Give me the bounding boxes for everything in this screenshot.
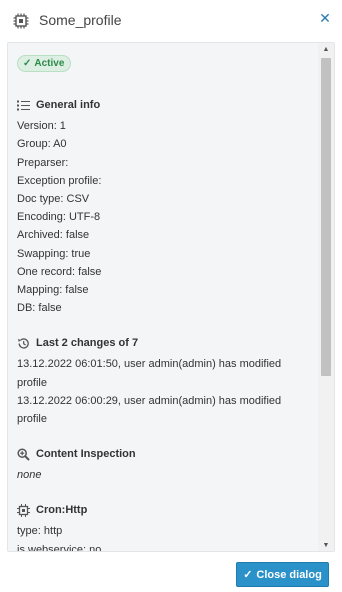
info-archived: Archived: false — [17, 229, 90, 242]
dialog-header: Some_profile ✕ — [0, 0, 342, 42]
cron-type: type: http — [17, 525, 63, 538]
info-group: Group: A0 — [17, 138, 67, 151]
close-dialog-label: Close dialog — [256, 568, 322, 581]
general-info-heading: General info — [17, 96, 311, 114]
info-encoding: Encoding: UTF-8 — [17, 211, 101, 224]
info-preparser: Preparser: — [17, 156, 69, 169]
info-one-record: One record: false — [17, 265, 102, 278]
scrollbar-thumb[interactable] — [321, 58, 331, 376]
change-entry: 13.12.2022 06:01:50, user admin(admin) h… — [17, 358, 282, 389]
cron-webservice: is webservice: no — [17, 543, 102, 552]
content-inspection-heading: Content Inspection — [17, 445, 311, 463]
magnifier-plus-icon — [17, 448, 30, 461]
status-label: Active — [34, 58, 65, 69]
content-inspection-title: Content Inspection — [36, 448, 136, 461]
content-inspection-value: none — [17, 469, 42, 482]
cron-title: Cron:Http — [36, 504, 88, 517]
info-version: Version: 1 — [17, 120, 66, 133]
status-badge: ✓ Active — [17, 55, 72, 72]
dialog-title: Some_profile — [39, 12, 122, 28]
history-icon — [18, 338, 29, 349]
info-db: DB: false — [17, 302, 62, 315]
check-icon: ✓ — [23, 58, 32, 69]
scroll-down-arrow-icon[interactable]: ▼ — [318, 539, 334, 551]
close-icon[interactable]: ✕ — [318, 11, 332, 25]
chip-icon — [17, 503, 30, 517]
scroll-content: ✓ Active General info Version: 1 Group: … — [8, 43, 320, 552]
vertical-scrollbar[interactable]: ▲ ▼ — [318, 43, 334, 551]
close-dialog-button[interactable]: ✓ Close dialog — [236, 562, 329, 587]
info-doc-type: Doc type: CSV — [17, 193, 90, 206]
info-exception-profile: Exception profile: — [17, 174, 102, 187]
list-icon — [17, 100, 30, 111]
chip-icon — [13, 13, 29, 29]
info-swapping: Swapping: true — [17, 247, 91, 260]
scroll-up-arrow-icon[interactable]: ▲ — [318, 43, 334, 57]
check-icon: ✓ — [243, 569, 253, 581]
general-info-title: General info — [36, 99, 101, 112]
profile-details-panel[interactable]: ✓ Active General info Version: 1 Group: … — [7, 42, 335, 552]
changes-title: Last 2 changes of 7 — [36, 337, 139, 350]
cron-heading: Cron:Http — [17, 501, 311, 519]
info-mapping: Mapping: false — [17, 284, 89, 297]
changes-heading: Last 2 changes of 7 — [17, 334, 311, 352]
change-entry: 13.12.2022 06:00:29, user admin(admin) h… — [17, 394, 282, 426]
